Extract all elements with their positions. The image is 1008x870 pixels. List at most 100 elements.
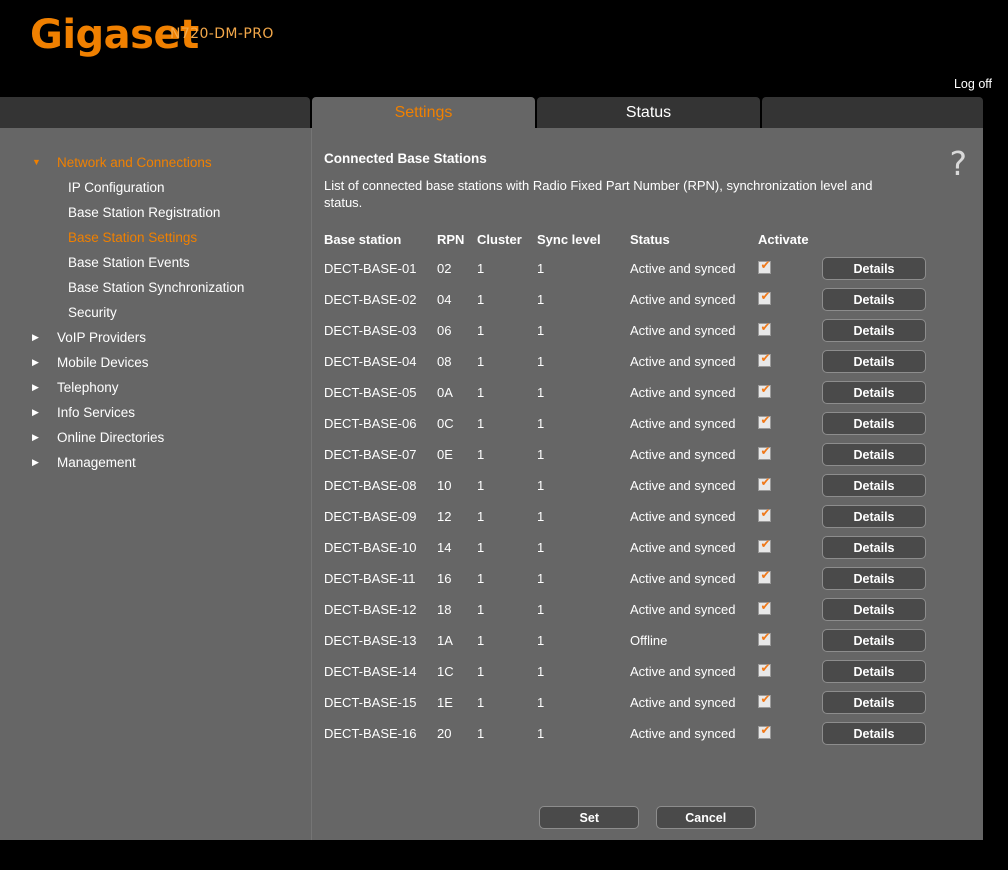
cell-rpn: 14 [437,540,452,555]
cancel-button[interactable]: Cancel [655,806,756,829]
cell-status: Active and synced [630,447,736,462]
log-off-link[interactable]: Log off [954,77,992,91]
details-button[interactable]: Details [822,691,926,714]
sidebar-item-voip-providers[interactable]: ▶ VoIP Providers [0,325,311,350]
activate-checkbox[interactable] [758,414,772,429]
sidebar-item-base-station-synchronization[interactable]: Base Station Synchronization [0,275,311,300]
cell-cluster: 1 [477,540,485,555]
cell-status: Active and synced [630,354,736,369]
cell-base-station: DECT-BASE-09 [324,509,417,524]
details-button[interactable]: Details [822,474,926,497]
details-button[interactable]: Details [822,350,926,373]
sidebar-item-label: IP Configuration [68,180,165,195]
details-button[interactable]: Details [822,629,926,652]
sidebar-item-label: Base Station Events [68,255,190,270]
cell-status: Active and synced [630,416,736,431]
table-row: DECT-BASE-11 16 1 1 Active and synced Details [324,566,974,597]
details-button[interactable]: Details [822,660,926,683]
details-button[interactable]: Details [822,319,926,342]
sidebar-item-base-station-settings[interactable]: Base Station Settings [0,225,311,250]
cell-details: Details [822,628,926,659]
sidebar-item-security[interactable]: Security [0,300,311,325]
cell-status: Active and synced [630,540,736,555]
activate-checkbox[interactable] [758,662,772,677]
cell-rpn: 1A [437,633,453,648]
cell-cluster: 1 [477,695,485,710]
activate-checkbox[interactable] [758,569,772,584]
set-button[interactable]: Set [539,806,640,829]
table-row: DECT-BASE-04 08 1 1 Active and synced Details [324,349,974,380]
details-button[interactable]: Details [822,443,926,466]
activate-checkbox[interactable] [758,724,772,739]
sidebar-item-label: Mobile Devices [57,355,149,370]
page-description: List of connected base stations with Rad… [324,178,873,210]
column-header-actions [822,229,926,256]
help-question-mark-icon[interactable]: ? [949,147,967,180]
cell-details: Details [822,721,926,752]
activate-checkbox[interactable] [758,631,772,646]
activate-checkbox[interactable] [758,445,772,460]
cell-sync-level: 1 [537,292,545,307]
table-row: DECT-BASE-10 14 1 1 Active and synced Details [324,535,974,566]
cell-rpn: 16 [437,571,452,586]
cell-status: Active and synced [630,323,736,338]
table-row: DECT-BASE-06 0C 1 1 Active and synced Details [324,411,974,442]
sidebar-item-base-station-registration[interactable]: Base Station Registration [0,200,311,225]
cell-activate [758,659,818,690]
tab-status[interactable]: Status [537,97,760,128]
activate-checkbox[interactable] [758,321,772,336]
details-button[interactable]: Details [822,536,926,559]
cell-activate [758,535,818,566]
details-button[interactable]: Details [822,412,926,435]
details-button[interactable]: Details [822,257,926,280]
table-row: DECT-BASE-02 04 1 1 Active and synced Details [324,287,974,318]
activate-checkbox[interactable] [758,600,772,615]
sidebar-item-ip-configuration[interactable]: IP Configuration [0,175,311,200]
sidebar-item-base-station-events[interactable]: Base Station Events [0,250,311,275]
cell-base-station: DECT-BASE-15 [324,695,417,710]
content-area: Connected Base Stations List of connecte… [312,128,983,840]
cell-cluster: 1 [477,571,485,586]
sidebar-item-telephony[interactable]: ▶ Telephony [0,375,311,400]
details-button[interactable]: Details [822,505,926,528]
cell-activate [758,473,818,504]
cell-cluster: 1 [477,354,485,369]
activate-checkbox[interactable] [758,693,772,708]
brand-header: Gigaset N720-DM-PRO Log off [0,0,1008,97]
cell-activate [758,287,818,318]
activate-checkbox[interactable] [758,352,772,367]
sidebar-item-network-and-connections[interactable]: ▼ Network and Connections [0,150,311,175]
activate-checkbox[interactable] [758,259,772,274]
activate-checkbox[interactable] [758,476,772,491]
sidebar-item-online-directories[interactable]: ▶ Online Directories [0,425,311,450]
tab-bar-left-filler [0,97,310,128]
activate-checkbox[interactable] [758,538,772,553]
activate-checkbox[interactable] [758,383,772,398]
sidebar-item-label: Network and Connections [57,155,212,170]
details-button[interactable]: Details [822,722,926,745]
cell-rpn: 06 [437,323,452,338]
cell-activate [758,442,818,473]
tab-settings[interactable]: Settings [312,97,535,128]
table-row: DECT-BASE-14 1C 1 1 Active and synced Details [324,659,974,690]
details-button[interactable]: Details [822,288,926,311]
sidebar-item-management[interactable]: ▶ Management [0,450,311,475]
cell-cluster: 1 [477,323,485,338]
sidebar-item-label: Base Station Registration [68,205,221,220]
sidebar-item-mobile-devices[interactable]: ▶ Mobile Devices [0,350,311,375]
cell-status: Active and synced [630,664,736,679]
details-button[interactable]: Details [822,598,926,621]
sidebar-item-info-services[interactable]: ▶ Info Services [0,400,311,425]
activate-checkbox[interactable] [758,507,772,522]
details-button[interactable]: Details [822,381,926,404]
cell-base-station: DECT-BASE-08 [324,478,417,493]
activate-checkbox[interactable] [758,290,772,305]
cell-sync-level: 1 [537,385,545,400]
cell-rpn: 0A [437,385,453,400]
details-button[interactable]: Details [822,567,926,590]
cell-rpn: 10 [437,478,452,493]
cell-base-station: DECT-BASE-10 [324,540,417,555]
cell-base-station: DECT-BASE-14 [324,664,417,679]
tab-empty[interactable] [762,97,983,128]
cell-details: Details [822,349,926,380]
